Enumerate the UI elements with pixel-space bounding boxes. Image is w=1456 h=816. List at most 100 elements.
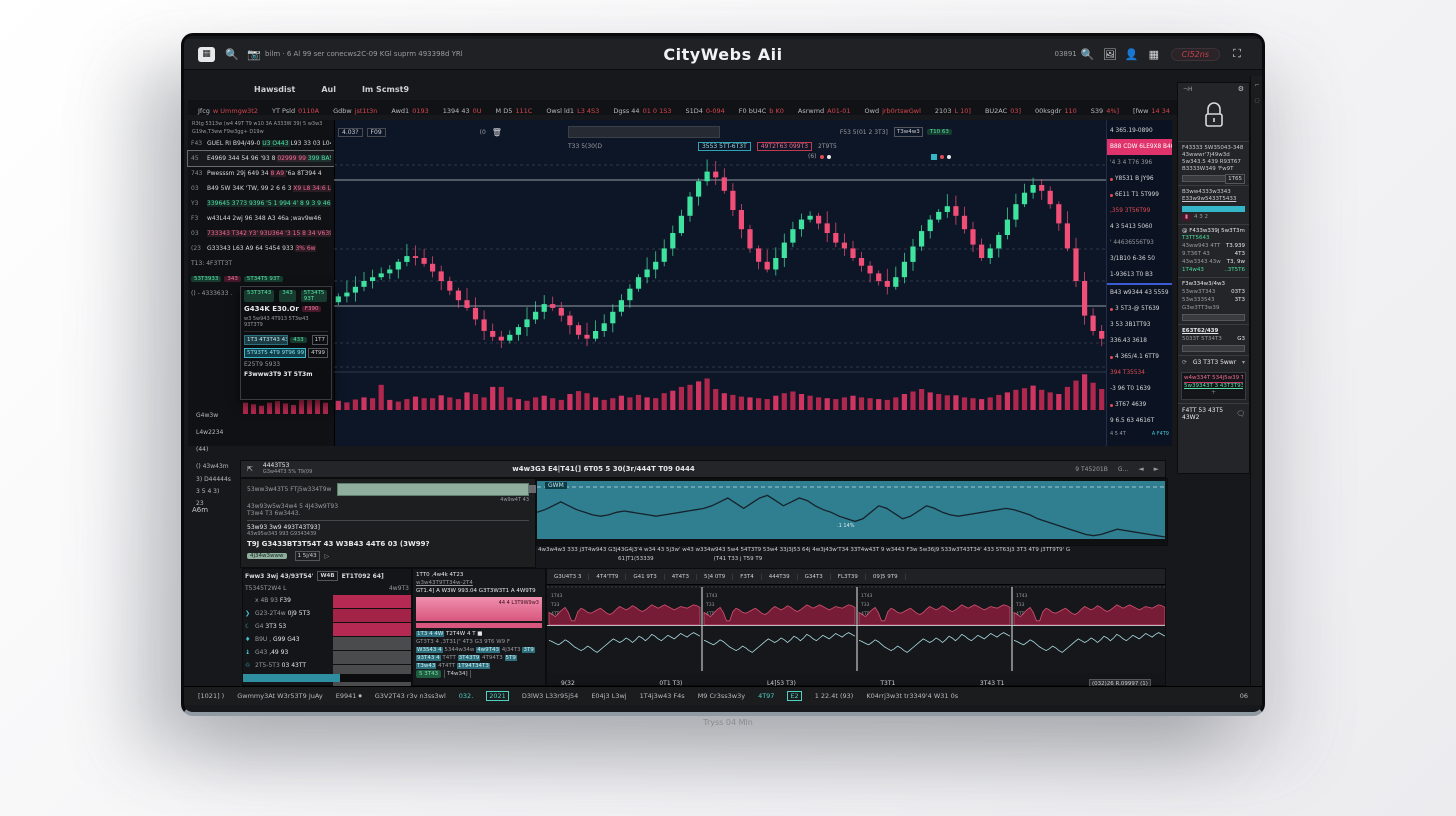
status-item[interactable]: 1T4j3w43 F4s: [640, 692, 685, 700]
watchlist-row[interactable]: 03733343 T342 Y3' 93U364 '3 15 8 34 V639…: [188, 226, 334, 241]
play-icon[interactable]: ▷: [325, 553, 330, 560]
table-header-3[interactable]: ET1T092 64]: [342, 573, 384, 580]
style-chip[interactable]: F09: [367, 128, 386, 137]
ticker-item[interactable]: Owsl ld1L3 4S3: [546, 100, 599, 115]
next-arrow-icon[interactable]: ►: [1154, 465, 1159, 473]
indicator-tab[interactable]: G34T3: [798, 574, 831, 580]
tab-all[interactable]: Aul: [321, 85, 336, 94]
watchlist-row[interactable]: F43GUEL RI B94/49-0 U3 O443 L93 33 03 L0…: [188, 136, 334, 151]
indicator-tab[interactable]: F3T4: [733, 574, 762, 580]
alert-box-teal[interactable]: 3553 5TT-6T3T: [698, 142, 751, 151]
trash-icon[interactable]: 🗑: [489, 124, 505, 140]
status-item[interactable]: 1 22.4t (93): [815, 692, 854, 700]
ticker-item[interactable]: Gdbwjst1t3n: [333, 100, 377, 115]
gear-icon[interactable]: ⚙: [1238, 85, 1244, 93]
mid-teal-chip[interactable]: 1T3 4 4W: [416, 631, 444, 637]
overview-area-chart-panel[interactable]: GWM .1 14%: [536, 478, 1168, 546]
candlestick-chart[interactable]: [334, 154, 1106, 416]
indicator-tab[interactable]: 5]4 0T9: [697, 574, 733, 580]
balance-link[interactable]: E33w9w5433T5433: [1182, 196, 1245, 203]
refresh-icon[interactable]: ⟳: [1182, 359, 1187, 366]
strip-dot-icon[interactable]: ◌: [1251, 89, 1263, 104]
mid-green-chip[interactable]: 5 3T43: [416, 670, 441, 678]
watchlist-chip[interactable]: 53T3933: [191, 276, 221, 282]
strategy-progress-bar[interactable]: [337, 483, 529, 496]
news-item-2[interactable]: 5w39343T 3 43T3T93 5w3: [1184, 383, 1243, 390]
ticker-item[interactable]: Awd10193: [391, 100, 428, 115]
interval-chip[interactable]: 4.03?: [338, 128, 363, 137]
prev-arrow-icon[interactable]: ◄: [1138, 465, 1143, 473]
status-item[interactable]: [1021] ): [198, 692, 224, 700]
status-item[interactable]: K04rrj3w3t tr3349'4 W31 0s: [866, 692, 958, 700]
ticker-item[interactable]: 00ksgdr110: [1035, 100, 1077, 115]
watchlist-row[interactable]: 743Pwesssm 29j 649 34 8 A9 '6a 8T394 4: [188, 166, 334, 181]
status-item[interactable]: Gwmmy3At W3r53T9 JuAy: [237, 692, 323, 700]
news-item-1[interactable]: w4w334T 534j5w39 T3433 44: [1184, 375, 1243, 383]
ticker-item[interactable]: BU2AC03]: [985, 100, 1021, 115]
ticker-item[interactable]: [fww14 34: [1133, 100, 1170, 115]
status-item[interactable]: E04j3 L3wj: [591, 692, 626, 700]
strip-pin-icon[interactable]: ⌐: [1251, 76, 1263, 89]
mid-green-row[interactable]: 5 3T43T4w34]: [416, 670, 542, 678]
status-item[interactable]: 2021: [486, 691, 509, 701]
status-item[interactable]: M9 Cr3ss3w3y: [698, 692, 745, 700]
ticker-item[interactable]: Owdjrb0rtswGwl: [865, 100, 921, 115]
bar-knob[interactable]: [529, 485, 536, 493]
indicator-tab[interactable]: 4T4'TT9: [589, 574, 626, 580]
watchlist-row[interactable]: F3w43L44 2wj 96 348 A3 46a ;wav9w46: [188, 211, 334, 226]
indicator-tab[interactable]: G3U4T3 3: [547, 574, 589, 580]
collapse-icon[interactable]: ▾: [1242, 359, 1245, 366]
watchlist-row[interactable]: Y3339645 3773 9396 '5 1 994 4' 8 9 3 9 4…: [188, 196, 334, 211]
dialog-field-box[interactable]: 1T7: [312, 335, 328, 345]
watchlist-chip[interactable]: 5T34T5 93T: [244, 276, 283, 282]
ticker-item[interactable]: S394%]: [1091, 100, 1119, 115]
dialog-field-expiry[interactable]: E25T9 5933: [244, 361, 328, 368]
toolbar-right-field[interactable]: T3w4w3: [894, 127, 923, 137]
ticker-item[interactable]: S1D40-094: [686, 100, 725, 115]
toolbar-right-chip[interactable]: T10 63: [927, 129, 952, 135]
range-slider[interactable]: [568, 126, 720, 138]
status-item[interactable]: D3lW3 L33r95j54: [522, 692, 579, 700]
dialog-chip[interactable]: 343: [279, 290, 296, 302]
ticker-item[interactable]: 2103L 10]: [935, 100, 971, 115]
watchlist-chip[interactable]: 343: [224, 276, 241, 282]
alert-box-red[interactable]: 49T2T63 099T3: [757, 142, 812, 151]
chart-tools-icon[interactable]: ⇱: [247, 465, 253, 473]
mid-row-link[interactable]: w3w43T9TT34w-2T4: [416, 579, 542, 587]
tab-indicators[interactable]: Im Scmst9: [362, 85, 409, 94]
grid-layout-icon[interactable]: ▦: [1146, 46, 1162, 62]
mid-chip-row[interactable]: T3w43 4T4TT 1T94T34T3: [416, 662, 542, 670]
ticker-item[interactable]: Dgss 4401 0 1S3: [613, 100, 671, 115]
chat-icon[interactable]: 🗨: [1236, 410, 1245, 418]
user-icon[interactable]: 👤: [1124, 46, 1140, 62]
dialog-amount-box[interactable]: 4T99: [308, 348, 328, 358]
ticker-item[interactable]: AsrwmdA01-01: [798, 100, 851, 115]
tab-watchlist[interactable]: Hawsdist: [254, 85, 295, 94]
ticker-item[interactable]: 1394 430U: [443, 100, 482, 115]
dialog-field-symbol[interactable]: 1T3 4T3T43 43: [244, 335, 288, 345]
strategy-green-chip[interactable]: 4j34w3www: [247, 553, 287, 559]
mid-chip-row[interactable]: 93T43 4 T4TT 3T43T9 4T94T3 5T9: [416, 654, 542, 662]
watchlist-row[interactable]: 45E4969 344 54 96 '93 8 02999 99 399 BA5…: [188, 151, 334, 166]
progress-bar[interactable]: 1T65: [1182, 175, 1245, 182]
ticker-item[interactable]: Jfcgw Ummgw3t2: [198, 100, 258, 115]
dialog-chip[interactable]: 53T3T43: [244, 290, 274, 302]
news-more[interactable]: ＋: [1184, 390, 1243, 397]
image-icon[interactable]: 🖼: [1102, 46, 1118, 62]
status-item[interactable]: 4T97: [758, 692, 774, 700]
zoom-search-icon[interactable]: 🔍: [1080, 46, 1096, 62]
ticker-item[interactable]: F0 bU4Cb K0: [739, 100, 784, 115]
indicator-charts[interactable]: 1T43T334TT1T43T334TT1T43T334TT1T43T334TT: [547, 585, 1165, 673]
dialog-field-amount[interactable]: 5T93T5 4T9 9T96 99: [244, 348, 306, 358]
table-header-2[interactable]: W4B: [317, 571, 337, 581]
watchlist-row[interactable]: (23G33343 L63 A9 64 5454 933 3% 6w: [188, 241, 334, 256]
dialog-submit-row[interactable]: F3www3T9 3T 5T3m: [244, 371, 328, 378]
indicator-tab[interactable]: G41 9T3: [626, 574, 664, 580]
indicator-tab[interactable]: FL3T39: [831, 574, 866, 580]
indicator-tab[interactable]: 09]5 9T9: [866, 574, 906, 580]
status-item[interactable]: E9941 ⏺: [336, 692, 362, 701]
table-header-1[interactable]: Fww3 3wj 43/93T54': [245, 573, 313, 580]
indicator-tab[interactable]: 4T4T3: [665, 574, 697, 580]
indicator-tab[interactable]: 444T39: [762, 574, 798, 580]
status-item[interactable]: 032.: [459, 692, 473, 700]
